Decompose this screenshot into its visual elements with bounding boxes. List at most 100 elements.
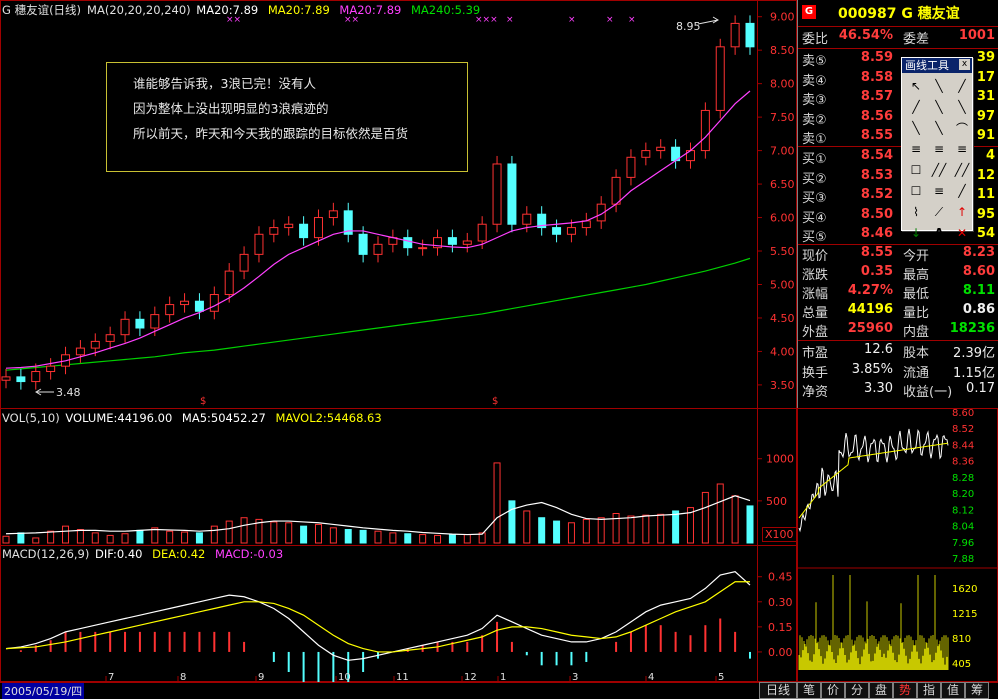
volume-ma5-line — [5, 495, 751, 536]
wave-icon[interactable]: ⌇ — [906, 203, 926, 221]
weicha-value: 1001 — [958, 28, 995, 43]
volume-bar — [523, 510, 531, 544]
tab-6[interactable]: 指 — [917, 682, 941, 699]
volume-bar — [106, 534, 114, 544]
bid-price: 8.46 — [860, 226, 893, 241]
volume-tick-label: 500 — [766, 495, 787, 508]
pointer-icon[interactable]: ↖ — [906, 77, 926, 95]
stat-value: 8.55 — [860, 245, 893, 260]
candle — [224, 270, 234, 296]
up-arrow-icon[interactable]: ↑ — [952, 203, 972, 221]
price-tick-label: 8.00 — [770, 78, 795, 91]
candle — [418, 247, 428, 250]
intraday-tick-label: 8.44 — [952, 440, 974, 451]
candle — [284, 223, 294, 229]
stock-logo-icon: G — [802, 5, 816, 19]
volume-header: VOL(5,10) VOLUME:44196.00 MA5:50452.27 M… — [2, 411, 388, 425]
stat-label: 涨跌 — [802, 268, 829, 283]
stat-label-2: 内盘 — [903, 325, 930, 340]
weibi-row: 委比 46.54% 委差 1001 — [798, 28, 998, 48]
intraday-tick-label: 8.28 — [952, 473, 974, 484]
low-arrow-icon — [35, 388, 54, 396]
fib-icon[interactable]: ≡ — [906, 140, 926, 158]
candle — [313, 217, 323, 239]
intraday-tick-label: 8.36 — [952, 457, 974, 468]
trend-icon[interactable]: ╲ — [929, 119, 949, 137]
candle — [730, 22, 740, 48]
level-icon[interactable]: ≡ — [952, 140, 972, 158]
ask-price: 8.55 — [860, 128, 893, 143]
annotation-textbox[interactable]: 谁能够告诉我，3浪已完！没有人 因为整体上没出现明显的3浪痕迹的 所以前天，昨天… — [106, 62, 468, 172]
intraday-chart[interactable]: 8.60 8.52 8.44 8.36 8.28 8.20 8.12 8.04 7.96 7.88… — [797, 408, 998, 682]
bid-label: 买② — [802, 171, 827, 187]
rect-icon[interactable]: ☐ — [906, 161, 926, 179]
drawing-toolbox[interactable]: 画线工具 x ↖ ╲ ╱ ╱ ╲ ╲ ╲ ╲ ⌒ ≡ ≡ ≡ ☐ ╱╱ ╱╱ ☐ ≡ ╱ ⌇ ⟋ ↑ ↓ A ✕ — [901, 57, 973, 240]
price-tick-label: 9.00 — [770, 11, 795, 24]
tab-4[interactable]: 盘 — [869, 682, 893, 699]
tab-2[interactable]: 价 — [821, 682, 845, 699]
box-icon[interactable]: ☐ — [906, 182, 926, 200]
ray-icon[interactable]: ╱ — [952, 77, 972, 95]
bid-volume: 95 — [976, 206, 995, 222]
ask-volume: 17 — [976, 69, 995, 85]
stat-value-2: 8.11 — [962, 283, 995, 298]
volume-bar — [582, 518, 590, 544]
candle — [581, 220, 591, 229]
volume-bar — [17, 532, 25, 544]
line-icon[interactable]: ╲ — [929, 77, 949, 95]
candle — [46, 365, 56, 373]
volume-bar — [359, 529, 367, 544]
stat-value: 4.27% — [847, 283, 893, 298]
delete-icon[interactable]: ✕ — [952, 224, 972, 242]
fan-icon[interactable]: ╱╱ — [929, 161, 949, 179]
candle — [656, 146, 666, 152]
gann-line-icon[interactable]: ≡ — [929, 140, 949, 158]
angle-icon[interactable]: ╱ — [952, 182, 972, 200]
cycle-icon[interactable]: ≡ — [929, 182, 949, 200]
channel-icon[interactable]: ╲ — [952, 98, 972, 116]
fund-label: 换手 — [802, 365, 829, 381]
tab-0[interactable]: 日线 — [759, 682, 797, 699]
volume-tick-label: 1000 — [766, 453, 794, 466]
ma1-value: MA20:7.89 — [196, 3, 259, 17]
fund-value: 12.6 — [864, 342, 893, 357]
tab-3[interactable]: 分 — [845, 682, 869, 699]
candle — [328, 210, 338, 219]
candle — [180, 300, 190, 306]
svg-text:×: × — [568, 15, 576, 25]
ask-label: 卖① — [802, 132, 827, 147]
segment-icon[interactable]: ╲ — [929, 98, 949, 116]
speed-icon[interactable]: ╱╱ — [952, 161, 972, 179]
ma2-value: MA20:7.89 — [267, 3, 330, 17]
close-icon[interactable]: x — [959, 59, 970, 70]
month-tick-label: 12 — [464, 672, 477, 682]
bid-label: 买① — [802, 152, 827, 167]
candle — [194, 300, 204, 312]
tab-7[interactable]: 值 — [941, 682, 965, 699]
down-arrow-icon[interactable]: ↓ — [906, 224, 926, 242]
arrow-line-icon[interactable]: ╲ — [906, 119, 926, 137]
tab-5[interactable]: 势 — [893, 682, 917, 699]
candle — [626, 156, 636, 178]
text-tool-icon[interactable]: A — [929, 224, 949, 242]
gann-fan-icon[interactable]: ⟋ — [929, 203, 949, 221]
stat-row: 总量 44196 量比 0.86 — [798, 302, 998, 322]
bid-price: 8.52 — [860, 187, 893, 202]
volume-bar — [642, 514, 650, 544]
volume-bar — [314, 523, 322, 544]
candle — [403, 237, 413, 249]
volume-bar — [657, 513, 665, 544]
volume-bar — [731, 495, 739, 544]
month-tick-label: 5 — [718, 672, 724, 682]
high-price-label: 8.95 — [676, 20, 701, 33]
price-tick-label: 8.50 — [770, 44, 795, 57]
month-tick-label: 8 — [180, 672, 186, 682]
tab-1[interactable]: 笔 — [797, 682, 821, 699]
bid-price: 8.50 — [860, 206, 893, 222]
macd-value: MACD:-0.03 — [215, 547, 284, 561]
tab-8[interactable]: 筹 — [965, 682, 989, 699]
parallel-icon[interactable]: ╱ — [906, 98, 926, 116]
arc-icon[interactable]: ⌒ — [952, 119, 972, 137]
volume-bar — [136, 529, 144, 544]
toolbox-titlebar[interactable]: 画线工具 x — [902, 58, 972, 73]
